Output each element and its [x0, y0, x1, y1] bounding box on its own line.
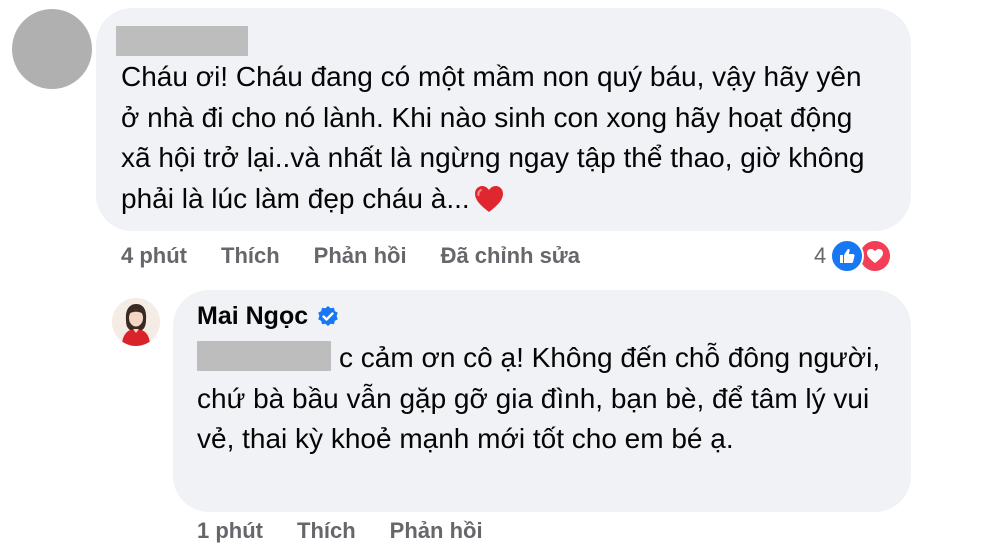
edited-label[interactable]: Đã chỉnh sửa	[441, 243, 580, 269]
heart-icon	[474, 185, 503, 212]
redacted-commenter-name	[116, 26, 248, 56]
verified-badge-icon	[318, 305, 338, 326]
reply-author: Mai Ngọc	[197, 302, 340, 331]
reply-reply-button[interactable]: Phản hồi	[390, 518, 483, 544]
mai-ngoc-avatar[interactable]	[112, 298, 160, 346]
reply-time[interactable]: 1 phút	[197, 518, 263, 544]
reply-body: c cảm ơn cô ạ! Không đến chỗ đông người,…	[197, 338, 902, 460]
reaction-count: 4	[814, 243, 827, 268]
like-button[interactable]: Thích	[221, 243, 280, 269]
like-icon	[830, 239, 865, 273]
reply-button[interactable]: Phản hồi	[314, 243, 407, 269]
comment-time[interactable]: 4 phút	[121, 243, 187, 269]
comment-body: Cháu ơi! Cháu đang có một mầm non quý bá…	[121, 57, 881, 219]
comment-actions: 4 phút Thích Phản hồi Đã chỉnh sửa	[121, 243, 580, 269]
author-name[interactable]: Mai Ngọc	[197, 302, 308, 331]
reply-actions: 1 phút Thích Phản hồi	[197, 518, 483, 544]
redacted-mention	[197, 341, 331, 371]
reaction-summary[interactable]: 4	[814, 238, 893, 274]
reply-like-button[interactable]: Thích	[297, 518, 356, 544]
commenter-avatar[interactable]	[12, 9, 92, 89]
